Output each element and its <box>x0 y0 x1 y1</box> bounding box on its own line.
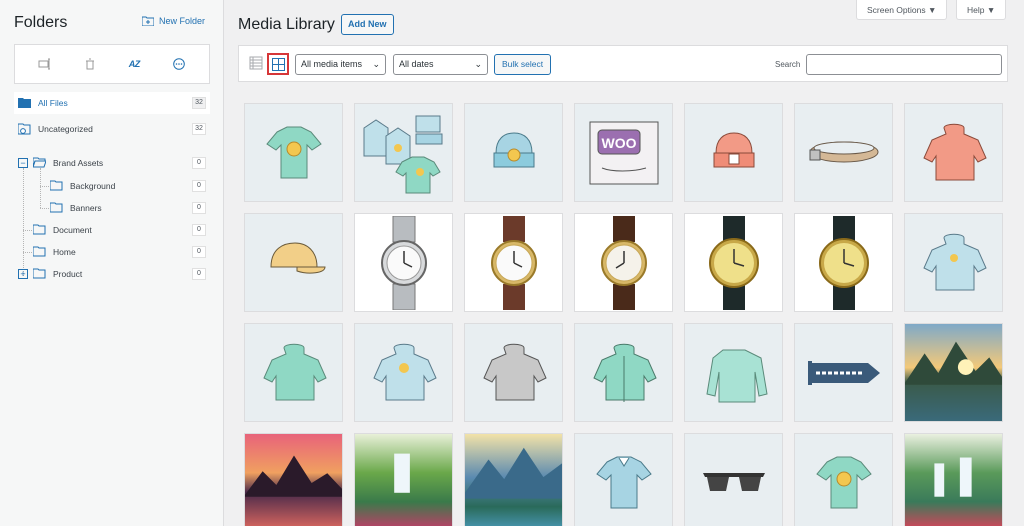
sort-az-icon[interactable]: AZ <box>126 56 142 72</box>
folder-label: Banners <box>70 203 102 213</box>
folder-label: Product <box>53 269 83 279</box>
folder-banners[interactable]: Banners 0 <box>14 197 210 219</box>
collapse-icon[interactable]: − <box>18 158 28 168</box>
folder-count: 0 <box>192 246 206 258</box>
media-item-tshirt[interactable] <box>244 103 343 202</box>
media-item-watch-gold-2[interactable] <box>794 213 893 312</box>
dates-value: All dates <box>399 59 434 69</box>
search-input[interactable] <box>806 54 1002 75</box>
grid-view-icon[interactable] <box>267 53 289 75</box>
media-item-hoodie-blue[interactable] <box>904 213 1003 312</box>
folder-brand-assets[interactable]: − Brand Assets 0 <box>14 152 210 174</box>
folder-label: Uncategorized <box>38 124 93 134</box>
media-item-landscape-lake[interactable] <box>904 323 1003 422</box>
chevron-down-icon: ⌄ <box>474 59 482 69</box>
folder-product[interactable]: + Product 0 <box>14 263 210 285</box>
media-item-belt[interactable] <box>794 103 893 202</box>
media-item-sunglasses[interactable] <box>684 433 783 526</box>
new-folder-button[interactable]: New Folder <box>142 16 205 26</box>
folder-label: Home <box>53 247 76 257</box>
folder-icon <box>50 202 64 214</box>
folder-clock-icon <box>18 123 32 135</box>
media-item-hoodie-grey[interactable] <box>464 323 563 422</box>
folder-uncategorized[interactable]: Uncategorized 32 <box>14 118 210 140</box>
media-item-tshirt-logo-2[interactable] <box>794 433 893 526</box>
media-toolbar: All media items ⌄ All dates ⌄ Bulk selec… <box>238 45 1008 82</box>
folder-icon <box>33 224 47 236</box>
folder-document[interactable]: Document 0 <box>14 219 210 241</box>
expand-icon[interactable]: + <box>18 269 28 279</box>
media-item-watch-steel[interactable] <box>354 213 453 312</box>
list-view-icon[interactable] <box>249 56 265 72</box>
folder-label: Brand Assets <box>53 158 104 168</box>
media-item-hoodie-set[interactable] <box>354 103 453 202</box>
folder-open-icon <box>33 157 47 169</box>
folder-count: 0 <box>192 268 206 280</box>
folder-icon <box>33 268 47 280</box>
chevron-down-icon: ⌄ <box>372 59 380 69</box>
folder-count: 0 <box>192 180 206 192</box>
folder-label: Document <box>53 225 92 235</box>
folder-add-icon <box>142 16 154 26</box>
media-type-select[interactable]: All media items ⌄ <box>295 54 386 75</box>
screen-options-button[interactable]: Screen Options ▼ <box>856 0 948 20</box>
dates-select[interactable]: All dates ⌄ <box>393 54 488 75</box>
folder-label: All Files <box>38 98 68 108</box>
folder-count: 0 <box>192 157 206 169</box>
folder-toolbar: AZ <box>14 44 210 84</box>
media-item-watch-brown[interactable] <box>464 213 563 312</box>
add-new-button[interactable]: Add New <box>341 14 394 35</box>
folder-label: Background <box>70 181 116 191</box>
media-item-hoodie-zip[interactable] <box>574 323 673 422</box>
svg-text:WOO: WOO <box>601 135 636 151</box>
media-item-landscape-waterfall[interactable] <box>354 433 453 526</box>
media-item-landscape-waterfall-2[interactable] <box>904 433 1003 526</box>
media-item-cap[interactable] <box>244 213 343 312</box>
media-item-watch-gold[interactable] <box>684 213 783 312</box>
folder-icon <box>18 97 32 109</box>
media-item-hoodie-green[interactable] <box>244 323 343 422</box>
folder-all-files[interactable]: All Files 32 <box>14 92 210 114</box>
rename-icon[interactable] <box>37 56 53 72</box>
media-item-beanie-orange[interactable] <box>684 103 783 202</box>
page-title: Media Library <box>238 16 335 33</box>
search-label: Search <box>775 60 801 69</box>
media-item-pennant[interactable] <box>794 323 893 422</box>
media-item-landscape-sunset[interactable] <box>244 433 343 526</box>
media-item-beanie[interactable] <box>464 103 563 202</box>
folder-count: 32 <box>192 97 206 109</box>
folder-count: 0 <box>192 224 206 236</box>
media-item-landscape-mountains[interactable] <box>464 433 563 526</box>
media-item-woo-album[interactable]: WOO <box>574 103 673 202</box>
media-item-watch-brown-2[interactable] <box>574 213 673 312</box>
folder-count: 0 <box>192 202 206 214</box>
media-item-longsleeve[interactable] <box>684 323 783 422</box>
delete-icon[interactable] <box>82 56 98 72</box>
media-item-hoodie-orange[interactable] <box>904 103 1003 202</box>
sidebar-title: Folders <box>14 14 68 31</box>
folder-icon <box>33 246 47 258</box>
help-button[interactable]: Help ▼ <box>956 0 1007 20</box>
folders-sidebar: Folders New Folder AZ All Files 32 Uncat… <box>0 0 224 526</box>
new-folder-label: New Folder <box>159 16 206 26</box>
media-type-value: All media items <box>301 59 363 69</box>
folder-icon <box>50 180 64 192</box>
folder-count: 32 <box>192 123 206 135</box>
folder-background[interactable]: Background 0 <box>14 175 210 197</box>
more-icon[interactable] <box>171 56 187 72</box>
media-item-hoodie-logo-blue[interactable] <box>354 323 453 422</box>
sort-az-label: AZ <box>128 59 141 69</box>
media-item-polo[interactable] <box>574 433 673 526</box>
bulk-select-button[interactable]: Bulk select <box>494 54 552 75</box>
folder-home[interactable]: Home 0 <box>14 241 210 263</box>
